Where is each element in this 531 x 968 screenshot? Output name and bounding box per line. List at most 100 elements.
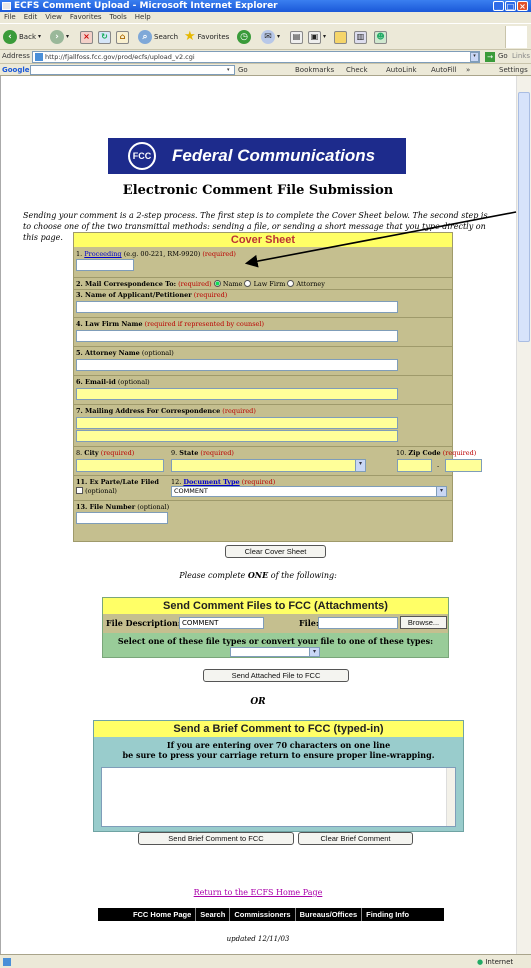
google-search-input[interactable]: [30, 65, 235, 75]
forward-button[interactable]: › ▾: [50, 29, 69, 45]
radio-name[interactable]: [213, 280, 221, 287]
favorites-button[interactable]: ★ Favorites: [184, 29, 229, 45]
complete-one-text: Please complete ONE of the following:: [179, 570, 337, 580]
menu-favorites[interactable]: Favorites: [70, 13, 102, 21]
research-button[interactable]: ▥: [354, 29, 367, 45]
scrollbar-thumb[interactable]: [518, 92, 530, 342]
address-line-2[interactable]: [76, 430, 398, 442]
radio-law-firm[interactable]: [244, 280, 252, 287]
applicant-label: 3. Name of Applicant/Petitioner (require…: [76, 291, 228, 299]
vertical-scrollbar[interactable]: [516, 76, 531, 954]
print-button[interactable]: ▤: [290, 29, 303, 45]
zip-input[interactable]: [397, 459, 432, 472]
or-separator: OR: [250, 697, 266, 707]
refresh-button[interactable]: ↻: [98, 29, 111, 45]
menu-file[interactable]: File: [4, 13, 16, 21]
attachments-section: Send Comment Files to FCC (Attachments) …: [102, 597, 449, 658]
nav-fcc-home[interactable]: FCC Home Page: [129, 908, 197, 921]
globe-icon: ●: [477, 958, 484, 966]
stop-button[interactable]: ×: [80, 29, 93, 45]
nav-search[interactable]: Search: [196, 908, 231, 921]
menu-edit[interactable]: Edit: [24, 13, 38, 21]
city-input[interactable]: [76, 459, 164, 472]
menu-tools[interactable]: Tools: [110, 13, 127, 21]
file-label: File:: [299, 618, 319, 628]
file-description-label: File Description:: [106, 618, 181, 628]
exparte-checkbox[interactable]: [76, 487, 83, 494]
nav-commissioners[interactable]: Commissioners: [230, 908, 296, 921]
doctype-select[interactable]: COMMENT ▾: [171, 486, 447, 497]
favorites-label: Favorites: [197, 33, 230, 41]
send-attached-file-button[interactable]: Send Attached File to FCC: [203, 669, 349, 682]
folder-button[interactable]: [334, 29, 347, 45]
minimize-button[interactable]: _: [493, 1, 504, 11]
textarea-scrollbar[interactable]: [446, 768, 455, 826]
file-row: File Description: COMMENT File: Browse..…: [103, 614, 448, 633]
google-go-button[interactable]: Go: [238, 65, 248, 75]
file-input[interactable]: [318, 617, 398, 629]
file-description-input[interactable]: COMMENT: [179, 617, 264, 629]
settings-button[interactable]: Settings: [499, 65, 528, 75]
address-input[interactable]: http://fjallfoss.fcc.gov/prod/ecfs/uploa…: [32, 51, 480, 63]
go-button[interactable]: Go: [498, 52, 508, 60]
google-search-dropdown[interactable]: ▾: [227, 65, 230, 75]
history-icon: ◷: [237, 30, 251, 44]
proceeding-link[interactable]: Proceeding: [84, 250, 121, 258]
messenger-button[interactable]: ☻: [374, 29, 387, 45]
history-button[interactable]: ◷: [237, 29, 251, 45]
filenumber-input[interactable]: [76, 512, 168, 524]
clear-cover-sheet-button[interactable]: Clear Cover Sheet: [225, 545, 326, 558]
bookmarks-button[interactable]: Bookmarks: [295, 65, 334, 75]
status-bar: ● Internet: [0, 954, 531, 968]
address-bar: Address http://fjallfoss.fcc.gov/prod/ec…: [0, 50, 531, 64]
internet-zone: ● Internet: [477, 958, 514, 966]
email-label: 6. Email-id (optional): [76, 378, 150, 386]
back-button[interactable]: ‹ Back ▾: [3, 29, 41, 45]
attorney-label: 5. Attorney Name (optional): [76, 349, 174, 357]
brief-comment-textarea[interactable]: [101, 767, 456, 827]
folder-icon: [334, 30, 347, 44]
google-toolbar: Google ▾ Go Bookmarks Check AutoLink Aut…: [0, 64, 531, 76]
browse-button[interactable]: Browse...: [400, 616, 447, 629]
menu-help[interactable]: Help: [135, 13, 151, 21]
check-button[interactable]: Check: [346, 65, 368, 75]
lawfirm-input[interactable]: [76, 330, 398, 342]
go-arrow-icon[interactable]: →: [485, 52, 495, 62]
send-brief-comment-button[interactable]: Send Brief Comment to FCC: [138, 832, 294, 845]
autolink-button[interactable]: AutoLink: [386, 65, 417, 75]
brief-comment-section: Send a Brief Comment to FCC (typed-in) I…: [93, 720, 464, 832]
file-type-select[interactable]: ▾: [230, 647, 320, 657]
return-home-link[interactable]: Return to the ECFS Home Page: [0, 888, 516, 897]
close-button[interactable]: ×: [517, 1, 528, 11]
window-titlebar: ECFS Comment Upload - Microsoft Internet…: [0, 0, 531, 12]
radio-attorney[interactable]: [287, 280, 295, 287]
links-label[interactable]: Links: [512, 52, 530, 60]
maximize-button[interactable]: □: [505, 1, 516, 11]
address-dropdown[interactable]: ▾: [470, 52, 479, 62]
nav-bureaus-offices[interactable]: Bureaus/Offices: [296, 908, 363, 921]
brief-note-1: If you are entering over 70 characters o…: [166, 740, 391, 750]
autofill-button[interactable]: AutoFill: [431, 65, 457, 75]
back-arrow-icon: ‹: [3, 30, 17, 44]
doctype-value: COMMENT: [174, 487, 208, 495]
window-title: ECFS Comment Upload - Microsoft Internet…: [14, 1, 278, 11]
applicant-input[interactable]: [76, 301, 398, 313]
email-input[interactable]: [76, 388, 398, 400]
mailing-address-label: 7. Mailing Address For Correspondence (r…: [76, 407, 256, 415]
home-button[interactable]: ⌂: [116, 29, 129, 45]
attorney-input[interactable]: [76, 359, 398, 371]
research-icon: ▥: [354, 30, 367, 44]
search-button[interactable]: ⌕ Search: [138, 29, 178, 45]
doctype-link[interactable]: Document Type: [183, 478, 239, 486]
state-select[interactable]: ▾: [171, 459, 366, 472]
mail-button[interactable]: ✉ ▾: [261, 29, 280, 45]
proceeding-input[interactable]: [76, 259, 134, 271]
address-line-1[interactable]: [76, 417, 398, 429]
more-chevron-icon[interactable]: »: [466, 65, 470, 75]
nav-finding-info[interactable]: Finding Info: [362, 908, 413, 921]
menu-view[interactable]: View: [45, 13, 62, 21]
zip4-input[interactable]: [445, 459, 482, 472]
clear-brief-comment-button[interactable]: Clear Brief Comment: [298, 832, 413, 845]
edit-button[interactable]: ▣ ▾: [308, 29, 326, 45]
star-icon: ★: [184, 29, 196, 44]
